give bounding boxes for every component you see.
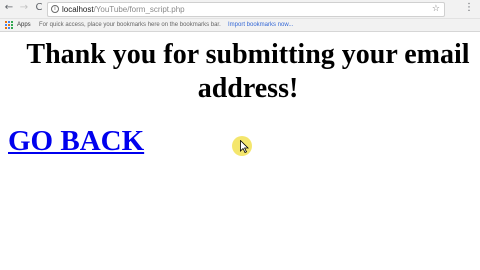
address-bar[interactable]: i localhost/YouTube/form_script.php ☆ [47, 2, 445, 17]
forward-arrow-icon[interactable]: → [18, 2, 30, 14]
confirmation-heading-line2: address! [197, 73, 299, 104]
page-content: Thank you for submitting your email addr… [0, 32, 480, 270]
bookmarks-bar: Apps For quick access, place your bookma… [0, 19, 480, 32]
browser-window: ← → C i localhost/YouTube/form_script.ph… [0, 0, 480, 270]
import-bookmarks-link[interactable]: Import bookmarks now... [228, 20, 293, 30]
bookmark-star-icon[interactable]: ☆ [432, 3, 440, 15]
confirmation-heading: Thank you for submitting your email addr… [8, 38, 480, 106]
bookmarks-hint: For quick access, place your bookmarks h… [39, 22, 221, 28]
apps-shortcut[interactable]: Apps [17, 20, 31, 30]
browser-menu-icon[interactable]: ⋮ [464, 2, 474, 14]
browser-toolbar: ← → C i localhost/YouTube/form_script.ph… [0, 0, 480, 19]
url-host: localhost [62, 5, 94, 14]
back-arrow-icon[interactable]: ← [3, 2, 15, 14]
apps-grid-icon[interactable] [5, 21, 13, 29]
go-back-link[interactable]: GO BACK [8, 124, 144, 158]
url-text[interactable]: localhost/YouTube/form_script.php [62, 4, 185, 15]
confirmation-heading-line1: Thank you for submitting your email [26, 39, 470, 70]
info-icon[interactable]: i [51, 5, 59, 13]
mouse-pointer-icon [240, 140, 249, 153]
reload-icon[interactable]: C [33, 2, 45, 14]
url-path: /YouTube/form_script.php [93, 5, 185, 14]
